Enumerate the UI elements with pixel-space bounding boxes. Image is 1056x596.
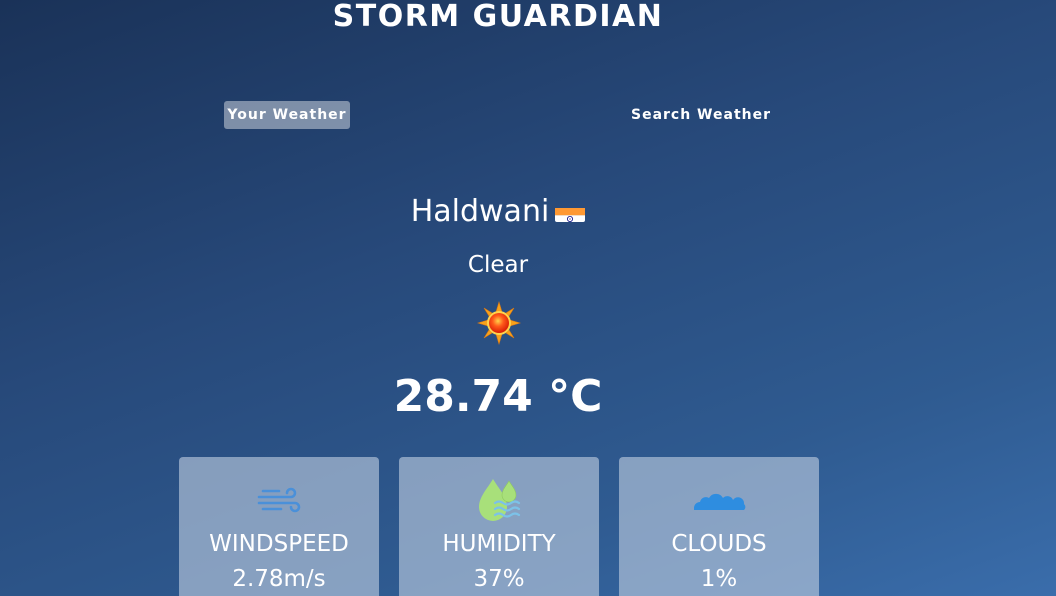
city-name: Haldwani <box>410 194 550 229</box>
india-flag-icon <box>555 200 586 222</box>
humidity-value: 37% <box>473 566 525 592</box>
humidity-label: HUMIDITY <box>442 531 556 557</box>
humidity-card: HUMIDITY 37% <box>399 457 599 596</box>
windspeed-value: 2.78m/s <box>232 566 326 592</box>
clouds-label: CLOUDS <box>671 531 767 557</box>
sun-icon <box>476 300 522 346</box>
weather-condition: Clear <box>467 252 529 278</box>
clouds-value: 1% <box>700 566 738 592</box>
wind-icon <box>249 477 309 523</box>
city-heading: Haldwani <box>0 191 996 233</box>
cloud-icon <box>689 477 749 523</box>
tab-your-weather[interactable]: Your Weather <box>224 101 350 129</box>
windspeed-label: WINDSPEED <box>209 531 349 557</box>
humidity-icon <box>469 477 529 523</box>
windspeed-card: WINDSPEED 2.78m/s <box>179 457 379 596</box>
temperature: 28.74 °C <box>393 371 603 422</box>
app-title: STORM GUARDIAN <box>332 0 664 34</box>
clouds-card: CLOUDS 1% <box>619 457 819 596</box>
tab-search-weather[interactable]: Search Weather <box>620 101 782 129</box>
